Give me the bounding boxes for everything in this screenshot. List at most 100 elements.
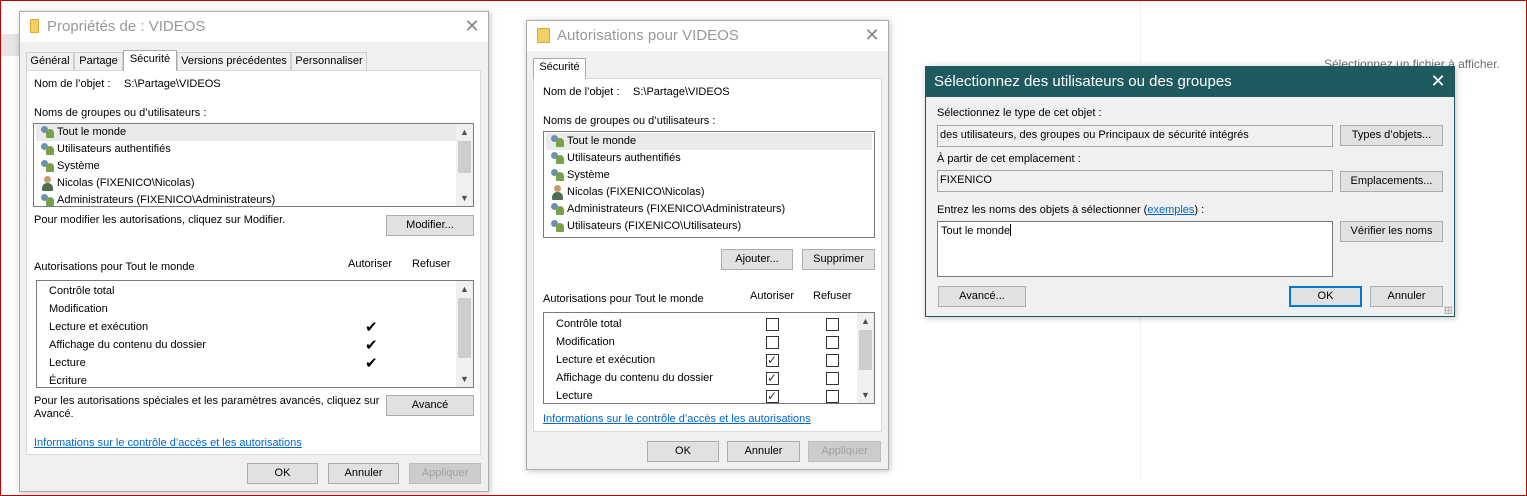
allow-checkbox[interactable] — [766, 370, 779, 387]
deny-checkbox[interactable] — [826, 372, 839, 385]
scroll-up-icon[interactable]: ▲ — [857, 313, 874, 329]
object-name-value: S:\Partage\VIDEOS — [124, 78, 221, 90]
cancel-button[interactable]: Annuler — [1370, 286, 1443, 307]
folder-icon — [30, 19, 39, 33]
permissions-listbox[interactable]: Contrôle total Modification Lecture et e… — [36, 280, 474, 388]
apply-button[interactable]: Appliquer — [808, 441, 881, 462]
list-item[interactable]: Tout le monde — [36, 124, 456, 141]
modify-hint: Pour modifier les autorisations, cliquez… — [34, 214, 286, 226]
scroll-thumb[interactable] — [458, 141, 471, 173]
list-item[interactable]: Administrateurs (FIXENICO\Administrateur… — [546, 201, 872, 218]
resize-grip-icon[interactable] — [1444, 306, 1452, 314]
locations-button[interactable]: Emplacements... — [1340, 171, 1443, 192]
scroll-up-icon[interactable]: ▲ — [456, 281, 473, 297]
list-item[interactable]: Système — [546, 167, 872, 184]
tab-partage[interactable]: Partage — [74, 52, 123, 70]
permission-row: Affichage du contenu du dossier ✔ — [49, 337, 378, 354]
deny-column-header: Refuser — [412, 258, 451, 270]
access-control-info-link[interactable]: Informations sur le contrôle d’accès et … — [543, 413, 811, 425]
access-control-info-link[interactable]: Informations sur le contrôle d’accès et … — [34, 437, 302, 449]
auth-security-panel: Nom de l’objet : S:\Partage\VIDEOS Noms … — [533, 78, 882, 432]
auth-permissions-scrollbar[interactable]: ▲ ▼ — [857, 313, 874, 403]
select-users-titlebar[interactable]: Sélectionnez des utilisateurs ou des gro… — [926, 67, 1454, 97]
advanced-hint-line1: Pour les autorisations spéciales et les … — [34, 395, 380, 407]
permissions-titlebar[interactable]: Autorisations pour VIDEOS ✕ — [527, 21, 888, 51]
user-icon — [40, 176, 55, 191]
tab-versions-precedentes[interactable]: Versions précédentes — [177, 52, 291, 70]
permission-row: Contrôle total — [546, 316, 856, 333]
scroll-down-icon[interactable]: ▼ — [456, 371, 473, 387]
permissions-tabs: Sécurité — [533, 58, 593, 79]
groups-label: Noms de groupes ou d’utilisateurs : — [34, 107, 207, 119]
group-icon — [550, 134, 565, 149]
permissions-scrollbar[interactable]: ▲ ▼ — [456, 281, 473, 387]
list-item[interactable]: Utilisateurs authentifiés — [36, 141, 456, 158]
object-type-label: Sélectionnez le type de cet objet : — [937, 107, 1102, 119]
tab-securite[interactable]: Sécurité — [533, 58, 586, 79]
remove-button[interactable]: Supprimer — [802, 249, 875, 270]
permissions-label: Autorisations pour Tout le monde — [34, 261, 195, 273]
scroll-down-icon[interactable]: ▼ — [857, 387, 874, 403]
tab-general[interactable]: Général — [26, 52, 74, 70]
permission-row: Lecture et exécution ✔ — [49, 319, 378, 336]
list-item[interactable]: Tout le monde — [546, 133, 872, 150]
properties-title: Propriétés de : VIDEOS — [47, 18, 206, 35]
scroll-thumb[interactable] — [859, 330, 872, 370]
add-button[interactable]: Ajouter... — [721, 249, 793, 270]
list-item[interactable]: Nicolas (FIXENICO\Nicolas) — [36, 175, 456, 192]
deny-column-header: Refuser — [813, 290, 852, 302]
permission-row: Contrôle total — [49, 285, 115, 297]
list-item[interactable]: Nicolas (FIXENICO\Nicolas) — [546, 184, 872, 201]
check-names-button[interactable]: Vérifier les noms — [1340, 221, 1443, 242]
group-icon — [550, 202, 565, 217]
list-item[interactable]: Système — [36, 158, 456, 175]
modify-button[interactable]: Modifier... — [386, 215, 474, 236]
deny-checkbox[interactable] — [826, 318, 839, 331]
cancel-button[interactable]: Annuler — [328, 463, 399, 484]
scroll-up-icon[interactable]: ▲ — [456, 124, 473, 140]
allow-checkbox[interactable] — [766, 336, 779, 349]
properties-titlebar[interactable]: Propriétés de : VIDEOS ✕ — [20, 12, 488, 42]
folder-icon — [537, 28, 550, 43]
advanced-button[interactable]: Avancé... — [938, 286, 1026, 307]
permission-row: Modification — [49, 303, 108, 315]
examples-link[interactable]: exemples — [1147, 204, 1194, 216]
scroll-down-icon[interactable]: ▼ — [456, 190, 473, 206]
close-icon[interactable]: ✕ — [1428, 71, 1448, 91]
users-listbox[interactable]: Tout le monde Utilisateurs authentifiés … — [33, 123, 474, 207]
apply-button[interactable]: Appliquer — [409, 463, 481, 484]
ok-button[interactable]: OK — [647, 441, 719, 462]
deny-checkbox[interactable] — [826, 336, 839, 349]
ok-button[interactable]: OK — [1289, 286, 1362, 307]
object-types-button[interactable]: Types d’objets... — [1340, 125, 1443, 146]
close-icon[interactable]: ✕ — [462, 16, 482, 36]
object-name-label: Nom de l’objet : — [34, 78, 111, 90]
tab-personnaliser[interactable]: Personnaliser — [291, 52, 367, 70]
list-item[interactable]: Utilisateurs (FIXENICO\Utilisateurs) — [546, 218, 872, 235]
allow-checkbox[interactable] — [766, 352, 779, 369]
object-names-input[interactable]: Tout le monde — [937, 221, 1333, 277]
allow-checkbox[interactable] — [766, 388, 779, 403]
auth-users-listbox[interactable]: Tout le monde Utilisateurs authentifiés … — [543, 131, 875, 238]
auth-permissions-listbox[interactable]: Contrôle total Modification Lecture et e… — [543, 312, 875, 404]
properties-dialog: Propriétés de : VIDEOS ✕ Général Partage… — [19, 11, 489, 492]
close-icon[interactable]: ✕ — [862, 25, 882, 45]
allow-checkbox[interactable] — [766, 318, 779, 331]
list-item[interactable]: Utilisateurs authentifiés — [546, 150, 872, 167]
permission-row: Lecture — [546, 388, 856, 403]
ok-button[interactable]: OK — [247, 463, 318, 484]
permissions-label: Autorisations pour Tout le monde — [543, 293, 704, 305]
deny-checkbox[interactable] — [826, 354, 839, 367]
object-name-label: Nom de l’objet : — [543, 86, 620, 98]
scroll-thumb[interactable] — [458, 298, 471, 358]
deny-checkbox[interactable] — [826, 390, 839, 403]
select-users-dialog: Sélectionnez des utilisateurs ou des gro… — [925, 66, 1455, 317]
cancel-button[interactable]: Annuler — [727, 441, 800, 462]
users-scrollbar[interactable]: ▲ ▼ — [456, 124, 473, 206]
properties-tabs: Général Partage Sécurité Versions précéd… — [26, 50, 376, 71]
tab-securite[interactable]: Sécurité — [123, 50, 177, 71]
advanced-button[interactable]: Avancé — [386, 395, 474, 416]
location-label: À partir de cet emplacement : — [937, 153, 1081, 165]
list-item[interactable]: Administrateurs (FIXENICO\Administrateur… — [36, 192, 456, 206]
permissions-title: Autorisations pour VIDEOS — [557, 27, 739, 44]
